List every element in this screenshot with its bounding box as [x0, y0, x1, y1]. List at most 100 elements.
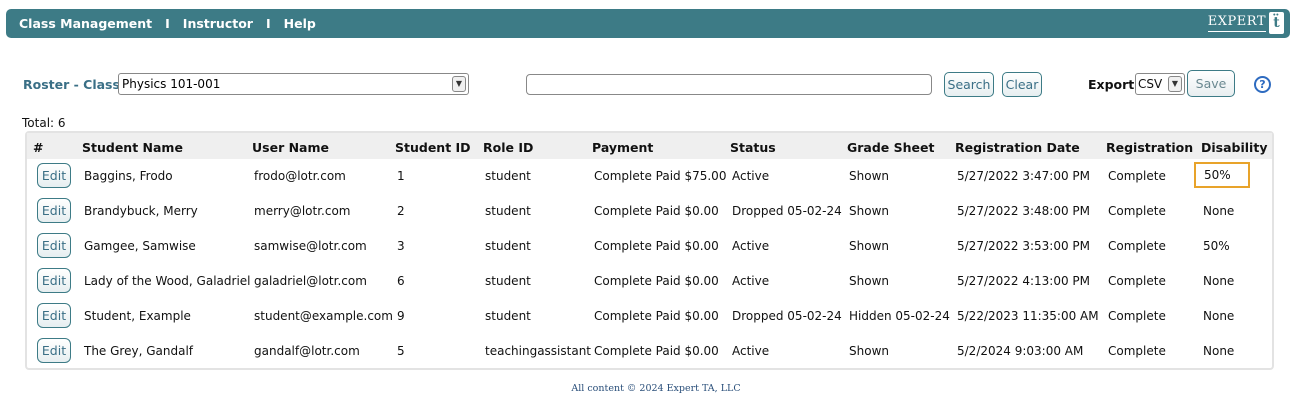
table-row: Edit Baggins, Frodo frodo@lotr.com 1 stu… — [27, 159, 1272, 194]
cell-registration-date: 5/27/2022 3:47:00 PM — [957, 169, 1091, 183]
cell-user-name: merry@lotr.com — [254, 204, 351, 218]
edit-button[interactable]: Edit — [37, 303, 71, 328]
cell-grade-sheet: Shown — [849, 169, 889, 183]
cell-registration: Complete — [1108, 274, 1166, 288]
cell-registration-date: 5/27/2022 3:48:00 PM — [957, 204, 1091, 218]
search-button[interactable]: Search — [944, 72, 994, 97]
header-student-name[interactable]: Student Name — [82, 140, 183, 155]
cell-role-id: student — [485, 169, 531, 183]
edit-button[interactable]: Edit — [37, 198, 71, 223]
nav-class-management[interactable]: Class Management — [19, 16, 152, 31]
cell-status: Dropped 05-02-24 — [732, 204, 842, 218]
header-status[interactable]: Status — [730, 140, 776, 155]
cell-registration: Complete — [1108, 344, 1166, 358]
cell-role-id: student — [485, 204, 531, 218]
nav-separator: I — [165, 16, 170, 31]
save-button[interactable]: Save — [1187, 70, 1235, 97]
cell-registration: Complete — [1108, 239, 1166, 253]
cell-grade-sheet: Shown — [849, 239, 889, 253]
table-row: Edit Gamgee, Samwise samwise@lotr.com 3 … — [27, 229, 1272, 264]
header-user-name[interactable]: User Name — [252, 140, 329, 155]
cell-student-id: 5 — [397, 344, 405, 358]
cell-student-id: 1 — [397, 169, 405, 183]
table-row: Edit Lady of the Wood, Galadriel galadri… — [27, 264, 1272, 299]
search-input[interactable] — [526, 74, 932, 95]
cell-status: Active — [732, 344, 770, 358]
table-row: Edit Student, Example student@example.co… — [27, 299, 1272, 334]
header-number: # — [33, 140, 44, 155]
cell-student-name: Lady of the Wood, Galadriel — [84, 274, 251, 288]
cell-student-id: 2 — [397, 204, 405, 218]
cell-payment: Complete Paid $0.00 — [594, 309, 719, 323]
cell-grade-sheet: Hidden 05-02-24 — [849, 309, 950, 323]
roster-table: # Student Name User Name Student ID Role… — [25, 131, 1274, 370]
cell-student-name: Student, Example — [84, 309, 191, 323]
class-select[interactable]: Physics 101-001 ▼ — [118, 73, 469, 95]
table-row: Edit Brandybuck, Merry merry@lotr.com 2 … — [27, 194, 1272, 229]
cell-disability: None — [1203, 204, 1235, 218]
header-registration[interactable]: Registration — [1106, 140, 1193, 155]
cell-user-name: student@example.com — [254, 309, 393, 323]
total-count: Total: 6 — [22, 116, 66, 130]
cell-student-name: Brandybuck, Merry — [84, 204, 198, 218]
cell-student-name: The Grey, Gandalf — [84, 344, 194, 358]
cell-grade-sheet: Shown — [849, 274, 889, 288]
edit-button[interactable]: Edit — [37, 268, 71, 293]
cell-registration-date: 5/22/2023 11:35:00 AM — [957, 309, 1099, 323]
header-student-id[interactable]: Student ID — [395, 140, 471, 155]
cell-student-name: Baggins, Frodo — [84, 169, 173, 183]
cell-grade-sheet: Shown — [849, 344, 889, 358]
class-select-value: Physics 101-001 — [122, 77, 221, 91]
cell-disability: None — [1203, 274, 1235, 288]
header-payment[interactable]: Payment — [592, 140, 653, 155]
cell-payment: Complete Paid $0.00 — [594, 239, 719, 253]
nav-instructor[interactable]: Instructor — [183, 16, 253, 31]
edit-button[interactable]: Edit — [37, 233, 71, 258]
cell-payment: Complete Paid $0.00 — [594, 204, 719, 218]
cell-status: Active — [732, 274, 770, 288]
cell-user-name: frodo@lotr.com — [254, 169, 346, 183]
brand-text: EXPERT — [1207, 14, 1266, 32]
cell-registration: Complete — [1108, 204, 1166, 218]
cell-disability: 50% — [1203, 239, 1230, 253]
header-role-id[interactable]: Role ID — [483, 140, 533, 155]
edit-button[interactable]: Edit — [37, 338, 71, 363]
cell-disability-highlighted[interactable]: 50% — [1194, 162, 1250, 188]
table-header: # Student Name User Name Student ID Role… — [27, 133, 1272, 159]
export-format-value: CSV — [1138, 77, 1163, 91]
brand-mark-icon: ẗ — [1269, 12, 1284, 34]
cell-payment: Complete Paid $0.00 — [594, 344, 719, 358]
cell-student-name: Gamgee, Samwise — [84, 239, 196, 253]
nav-links: Class Management I Instructor I Help — [19, 16, 316, 31]
clear-button[interactable]: Clear — [1002, 72, 1042, 97]
header-disability[interactable]: Disability — [1201, 140, 1267, 155]
cell-disability: None — [1203, 309, 1235, 323]
cell-role-id: student — [485, 239, 531, 253]
cell-status: Active — [732, 239, 770, 253]
cell-disability: None — [1203, 344, 1235, 358]
export-format-select[interactable]: CSV ▼ — [1135, 73, 1185, 95]
cell-grade-sheet: Shown — [849, 204, 889, 218]
help-icon[interactable]: ? — [1254, 76, 1271, 93]
cell-registration-date: 5/27/2022 4:13:00 PM — [957, 274, 1091, 288]
cell-user-name: gandalf@lotr.com — [254, 344, 360, 358]
chevron-down-icon: ▼ — [1168, 76, 1182, 92]
cell-payment: Complete Paid $75.00 — [594, 169, 727, 183]
cell-payment: Complete Paid $0.00 — [594, 274, 719, 288]
footer-copyright: All content © 2024 Expert TA, LLC — [571, 383, 741, 394]
header-registration-date[interactable]: Registration Date — [955, 140, 1080, 155]
cell-registration-date: 5/2/2024 9:03:00 AM — [957, 344, 1084, 358]
cell-registration-date: 5/27/2022 3:53:00 PM — [957, 239, 1091, 253]
edit-button[interactable]: Edit — [37, 163, 71, 188]
brand-logo: EXPERT ẗ — [1207, 12, 1284, 34]
cell-student-id: 6 — [397, 274, 405, 288]
header-grade-sheet[interactable]: Grade Sheet — [847, 140, 934, 155]
cell-student-id: 3 — [397, 239, 405, 253]
cell-role-id: teachingassistant — [485, 344, 592, 358]
cell-registration: Complete — [1108, 309, 1166, 323]
nav-separator: I — [265, 16, 271, 31]
cell-role-id: student — [485, 309, 531, 323]
cell-user-name: samwise@lotr.com — [254, 239, 367, 253]
nav-help[interactable]: Help — [284, 16, 316, 31]
table-row: Edit The Grey, Gandalf gandalf@lotr.com … — [27, 334, 1272, 369]
